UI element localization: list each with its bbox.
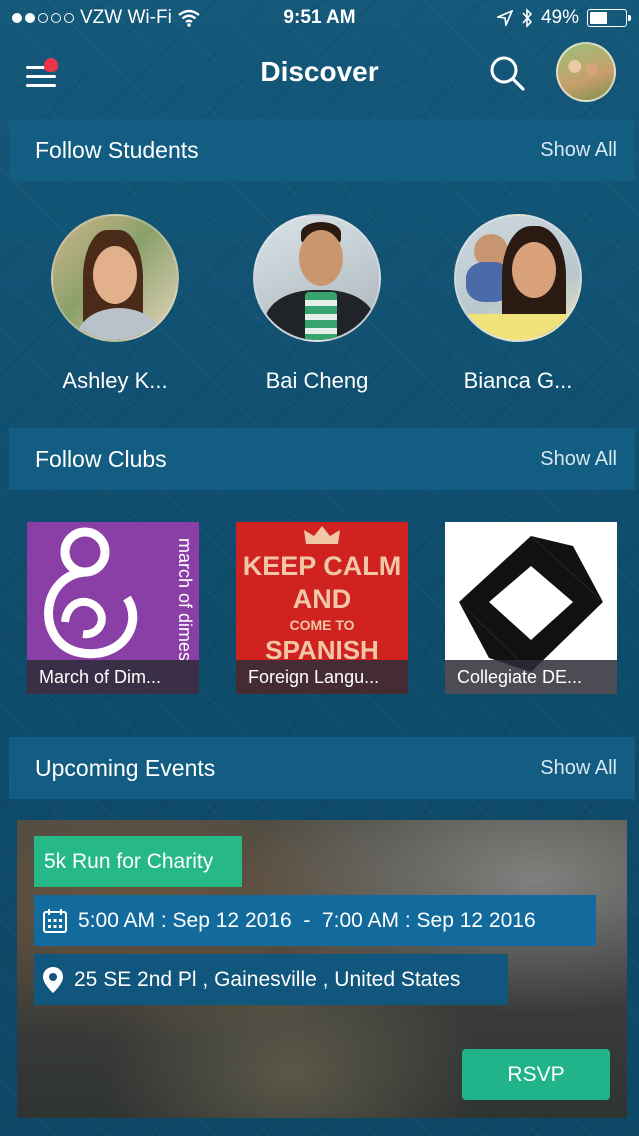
section-title: Follow Clubs — [35, 445, 167, 472]
nav-bar: Discover — [0, 36, 639, 112]
bluetooth-icon — [522, 8, 533, 28]
follow-clubs-header: Follow Clubs Show All — [9, 428, 635, 490]
show-all-events-link[interactable]: Show All — [540, 757, 617, 780]
club-name: Foreign Langu... — [236, 660, 408, 694]
student-name: Bianca G... — [463, 368, 573, 393]
page-title: Discover — [260, 56, 379, 87]
location-pin-icon — [43, 966, 63, 993]
event-time: 5:00 AM : Sep 12 2016 - 7:00 AM : Sep 12… — [34, 895, 596, 946]
club-logo-line: COME TO — [289, 617, 355, 633]
carrier-label: VZW Wi-Fi — [80, 7, 172, 28]
status-bar: VZW Wi-Fi 9:51 AM 49% — [0, 0, 639, 36]
student-name: Bai Cheng — [265, 368, 369, 393]
battery-icon — [587, 9, 631, 27]
section-title: Upcoming Events — [35, 754, 216, 781]
club-card[interactable]: march of dimes March of Dim... — [27, 522, 199, 694]
student-card[interactable]: Bai Cheng — [227, 214, 407, 394]
student-avatar — [454, 214, 582, 342]
club-name: March of Dim... — [27, 660, 199, 694]
battery-percent: 49% — [540, 7, 579, 28]
event-time-text: 5:00 AM : Sep 12 2016 - 7:00 AM : Sep 12… — [78, 908, 536, 932]
rsvp-button[interactable]: RSVP — [462, 1049, 610, 1100]
crown-icon — [304, 526, 340, 544]
location-arrow-icon — [496, 10, 513, 26]
student-avatar — [253, 214, 381, 342]
student-card[interactable]: Bianca G... — [428, 214, 608, 394]
student-name: Ashley K... — [62, 368, 168, 393]
club-logo-text: march of dimes — [175, 538, 195, 661]
event-title: 5k Run for Charity — [34, 836, 242, 887]
profile-avatar[interactable] — [556, 42, 616, 102]
club-name: Collegiate DE... — [445, 660, 617, 694]
show-all-students-link[interactable]: Show All — [540, 139, 617, 162]
signal-strength-icon — [12, 13, 74, 23]
follow-students-header: Follow Students Show All — [9, 119, 635, 181]
student-avatar — [51, 214, 179, 342]
club-card[interactable]: KEEP CALM AND COME TO SPANISH Foreign La… — [236, 522, 408, 694]
club-card[interactable]: Collegiate DE... — [445, 522, 617, 694]
event-location: 25 SE 2nd Pl , Gainesville , United Stat… — [34, 954, 508, 1005]
club-logo-line: KEEP CALM — [242, 551, 402, 581]
show-all-clubs-link[interactable]: Show All — [540, 448, 617, 471]
calendar-icon — [43, 908, 67, 933]
wifi-icon — [178, 9, 200, 27]
event-location-text: 25 SE 2nd Pl , Gainesville , United Stat… — [74, 967, 461, 991]
student-card[interactable]: Ashley K... — [25, 214, 205, 394]
club-logo-line: AND — [292, 584, 352, 614]
search-icon[interactable] — [488, 54, 526, 92]
section-title: Follow Students — [35, 136, 199, 163]
event-card[interactable]: 5k Run for Charity 5:00 AM : Sep 12 2016… — [17, 820, 627, 1118]
upcoming-events-header: Upcoming Events Show All — [9, 737, 635, 799]
